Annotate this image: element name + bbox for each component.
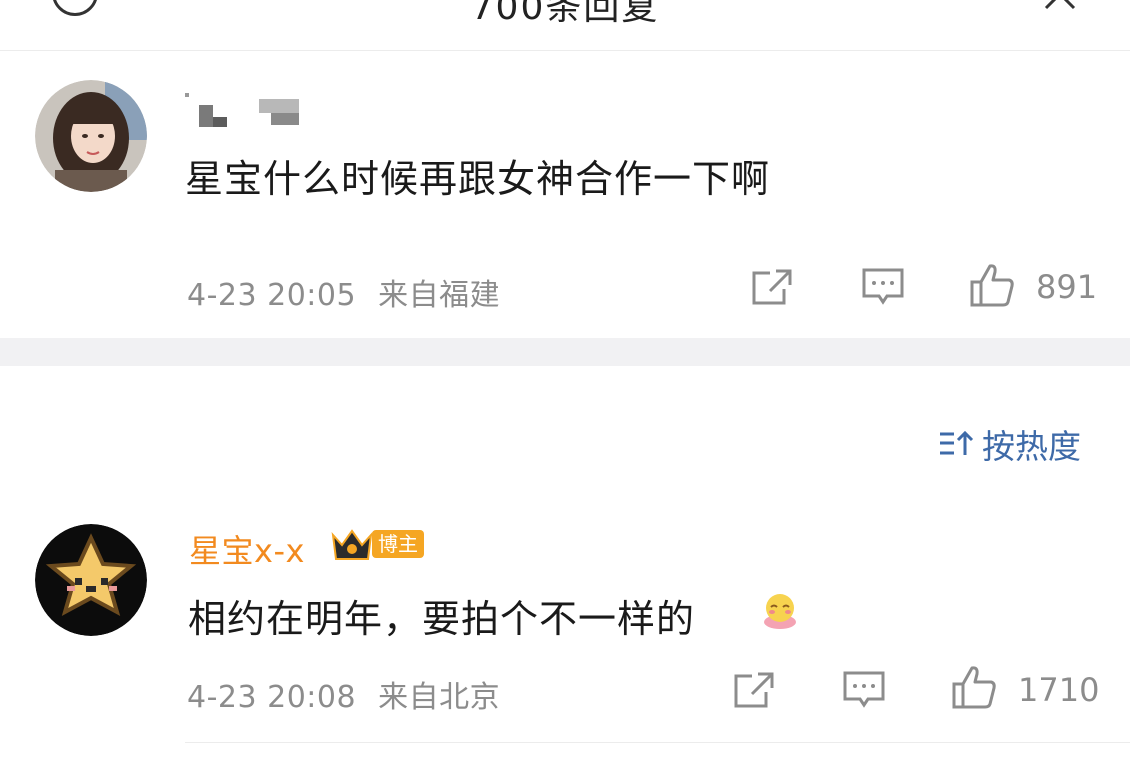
comment-text: 星宝什么时候再跟女神合作一下啊 xyxy=(185,157,771,201)
divider-line xyxy=(185,742,1130,743)
shy-emoji-icon xyxy=(764,594,796,629)
section-divider xyxy=(0,338,1130,366)
author-badge: 博主 xyxy=(372,530,424,558)
comment-time: 4-23 20:08 xyxy=(187,680,357,715)
comment-text-content: 相约在明年，要拍个不一样的 xyxy=(188,597,696,641)
comment-icon[interactable] xyxy=(861,267,905,307)
like-icon[interactable] xyxy=(968,262,1016,308)
avatar[interactable] xyxy=(35,80,147,192)
share-icon[interactable] xyxy=(750,267,794,307)
comment-meta: 4-23 20:08 来自北京 xyxy=(187,672,500,716)
comment-time: 4-23 20:05 xyxy=(187,278,357,313)
crown-icon xyxy=(331,529,373,560)
comment-text: 相约在明年，要拍个不一样的 xyxy=(188,588,695,643)
sort-by-hot-button[interactable]: 按热度 xyxy=(938,423,1081,466)
username-blurred[interactable] xyxy=(185,93,305,129)
sort-label: 按热度 xyxy=(982,427,1081,466)
comment-meta: 4-23 20:05 来自福建 xyxy=(187,270,500,314)
sort-icon xyxy=(940,430,974,455)
page-title: 700条回复 xyxy=(470,0,660,28)
comment-location: 来自福建 xyxy=(378,278,501,313)
top-bar: 700条回复 xyxy=(0,0,1130,51)
share-icon[interactable] xyxy=(732,670,776,710)
username[interactable]: 星宝x-x xyxy=(189,526,305,572)
comment-location: 来自北京 xyxy=(378,680,501,715)
avatar[interactable] xyxy=(35,524,147,636)
close-icon[interactable] xyxy=(1040,0,1080,14)
like-count: 891 xyxy=(1036,268,1098,306)
like-icon[interactable] xyxy=(950,664,998,710)
like-count: 1710 xyxy=(1018,671,1100,709)
comment-icon[interactable] xyxy=(842,670,886,710)
